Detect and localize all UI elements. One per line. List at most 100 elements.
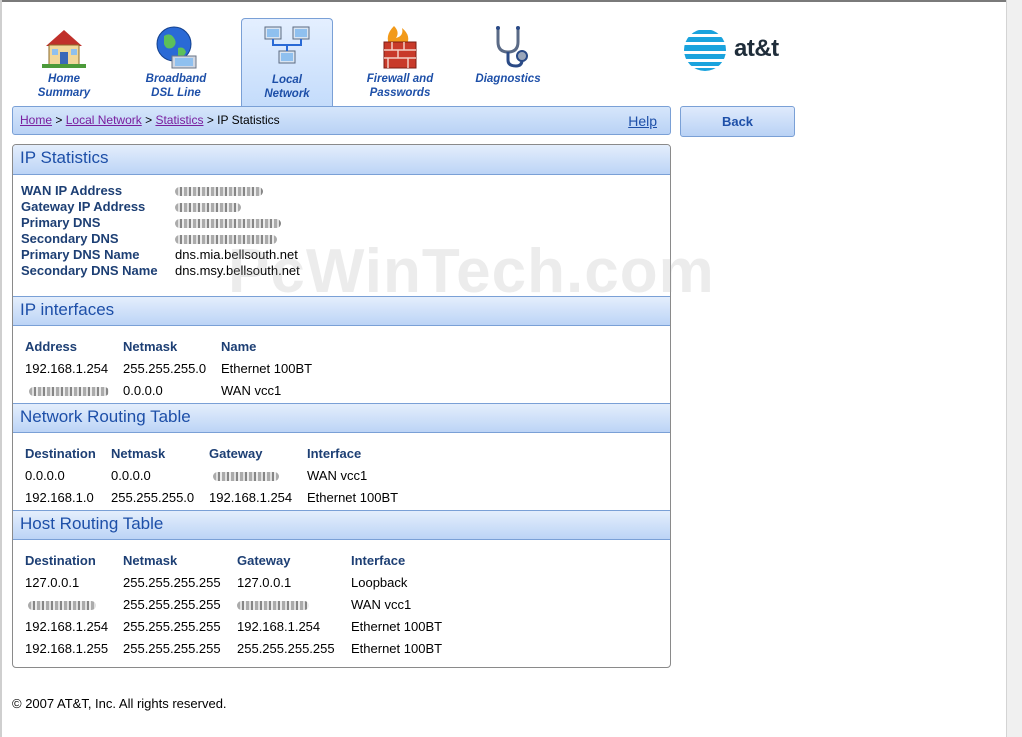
redacted-value bbox=[237, 600, 309, 610]
table-cell: WAN vcc1 bbox=[221, 382, 282, 398]
breadcrumb-current: IP Statistics bbox=[217, 113, 280, 127]
ip-stat-row: Secondary DNS bbox=[21, 231, 277, 247]
ip-stat-value: dns.mia.bellsouth.net bbox=[175, 247, 298, 262]
column-header: Netmask bbox=[111, 445, 166, 461]
column-header: Netmask bbox=[123, 552, 178, 568]
table-row: 0.0.0.0 WAN vcc1 bbox=[25, 379, 341, 401]
table-row: 0.0.0.0 0.0.0.0 WAN vcc1 bbox=[25, 464, 417, 486]
tab-label-line2: DSL Line bbox=[151, 87, 201, 99]
table-cell: Ethernet 100BT bbox=[307, 489, 399, 505]
redacted-value bbox=[28, 600, 96, 610]
table-cell: Ethernet 100BT bbox=[351, 618, 443, 634]
tab-label-line1: Broadband bbox=[145, 73, 207, 85]
breadcrumb-separator: > bbox=[206, 113, 214, 127]
table-row: 192.168.1.254 255.255.255.255 192.168.1.… bbox=[25, 615, 461, 637]
column-header: Gateway bbox=[237, 552, 291, 568]
ip-stat-label: WAN IP Address bbox=[21, 183, 123, 198]
tab-label-line1: Firewall and bbox=[366, 73, 434, 85]
table-row: 192.168.1.255 255.255.255.255 255.255.25… bbox=[25, 637, 461, 659]
tab-local-network[interactable]: Local Network bbox=[241, 18, 333, 106]
redacted-value bbox=[175, 219, 281, 229]
ip-stat-label: Secondary DNS bbox=[21, 231, 119, 246]
globe-icon bbox=[156, 26, 197, 69]
copyright-footer: © 2007 AT&T, Inc. All rights reserved. bbox=[12, 696, 227, 711]
breadcrumb-separator: > bbox=[55, 113, 63, 127]
table-cell: 255.255.255.0 bbox=[111, 489, 195, 505]
table-cell: 192.168.1.254 bbox=[25, 618, 109, 634]
vertical-scrollbar[interactable] bbox=[1006, 0, 1022, 737]
window-top-border bbox=[0, 0, 1022, 2]
section-title-ip-interfaces: IP interfaces bbox=[13, 296, 670, 326]
tab-diagnostics[interactable]: Diagnostics bbox=[462, 18, 554, 106]
table-cell bbox=[25, 593, 123, 615]
column-header: Interface bbox=[351, 552, 406, 568]
table-row: 192.168.1.0 255.255.255.0 192.168.1.254 … bbox=[25, 486, 417, 508]
table-cell: 192.168.1.0 bbox=[25, 489, 94, 505]
tab-label-line2: Network bbox=[264, 88, 310, 100]
tab-label-line2: Summary bbox=[37, 87, 91, 99]
breadcrumb-statistics-link[interactable]: Statistics bbox=[155, 113, 203, 127]
help-link[interactable]: Help bbox=[628, 113, 657, 129]
table-row: 192.168.1.254 255.255.255.0 Ethernet 100… bbox=[25, 357, 341, 379]
ip-stat-label: Secondary DNS Name bbox=[21, 263, 158, 278]
table-cell: 0.0.0.0 bbox=[25, 467, 65, 483]
ip-stat-row: Primary DNS Name dns.mia.bellsouth.net bbox=[21, 247, 298, 263]
att-brand-text: at&t bbox=[734, 35, 779, 62]
table-cell bbox=[237, 593, 351, 615]
tab-label-line2: Passwords bbox=[369, 87, 431, 99]
table-cell: 192.168.1.254 bbox=[209, 489, 293, 505]
back-button[interactable]: Back bbox=[680, 106, 795, 137]
breadcrumb-home-link[interactable]: Home bbox=[20, 113, 52, 127]
table-row: 127.0.0.1 255.255.255.255 127.0.0.1 Loop… bbox=[25, 571, 461, 593]
ip-stat-label: Primary DNS bbox=[21, 215, 101, 230]
tab-label-line1: Diagnostics bbox=[475, 73, 541, 85]
firewall-icon bbox=[383, 26, 417, 69]
redacted-value bbox=[213, 471, 279, 481]
network-icon bbox=[264, 26, 310, 64]
table-cell: 127.0.0.1 bbox=[25, 574, 80, 590]
tab-broadband-dsl-line[interactable]: Broadband DSL Line bbox=[130, 18, 222, 106]
redacted-value bbox=[175, 235, 277, 245]
table-cell: 0.0.0.0 bbox=[123, 382, 163, 398]
tab-label-line1: Home bbox=[48, 73, 80, 85]
ip-stat-row: Gateway IP Address bbox=[21, 199, 241, 215]
tab-firewall-passwords[interactable]: Firewall and Passwords bbox=[350, 18, 450, 106]
table-cell: 0.0.0.0 bbox=[111, 467, 151, 483]
table-row: 255.255.255.255 WAN vcc1 bbox=[25, 593, 461, 615]
column-header: Netmask bbox=[123, 338, 178, 354]
section-title-ip-statistics: IP Statistics bbox=[13, 145, 670, 175]
section-title-network-routing-table: Network Routing Table bbox=[13, 403, 670, 433]
column-header: Destination bbox=[25, 445, 96, 461]
table-cell: 255.255.255.255 bbox=[123, 596, 221, 612]
tab-home-summary[interactable]: Home Summary bbox=[18, 18, 110, 106]
table-cell: WAN vcc1 bbox=[351, 596, 412, 612]
column-header: Name bbox=[221, 338, 257, 354]
section-title-host-routing-table: Host Routing Table bbox=[13, 510, 670, 540]
statistics-panel: IP Statistics WAN IP Address Gateway IP … bbox=[12, 144, 671, 668]
stethoscope-icon bbox=[496, 26, 528, 68]
house-icon bbox=[42, 30, 86, 68]
table-cell: Ethernet 100BT bbox=[351, 640, 443, 656]
host-routing-table: Destination Netmask Gateway Interface 12… bbox=[25, 549, 461, 659]
table-cell: 255.255.255.255 bbox=[123, 574, 221, 590]
table-cell: 255.255.255.255 bbox=[123, 640, 221, 656]
network-routing-table: Destination Netmask Gateway Interface 0.… bbox=[25, 442, 417, 508]
redacted-value bbox=[175, 203, 241, 213]
breadcrumb-local-network-link[interactable]: Local Network bbox=[66, 113, 142, 127]
table-cell: 255.255.255.255 bbox=[123, 618, 221, 634]
table-cell: 127.0.0.1 bbox=[237, 574, 292, 590]
ip-stat-value: dns.msy.bellsouth.net bbox=[175, 263, 300, 278]
redacted-value bbox=[29, 386, 109, 396]
ip-stat-label: Primary DNS Name bbox=[21, 247, 140, 262]
column-header: Gateway bbox=[209, 445, 263, 461]
window-left-border bbox=[0, 0, 2, 737]
column-header: Address bbox=[25, 338, 78, 354]
ip-stat-label: Gateway IP Address bbox=[21, 199, 146, 214]
table-cell: 192.168.1.255 bbox=[25, 640, 109, 656]
breadcrumb-separator: > bbox=[145, 113, 153, 127]
column-header: Interface bbox=[307, 445, 362, 461]
ip-stat-row: WAN IP Address bbox=[21, 183, 263, 199]
table-cell: 192.168.1.254 bbox=[237, 618, 321, 634]
ip-stat-row: Secondary DNS Name dns.msy.bellsouth.net bbox=[21, 263, 300, 279]
table-cell: 255.255.255.255 bbox=[237, 640, 335, 656]
